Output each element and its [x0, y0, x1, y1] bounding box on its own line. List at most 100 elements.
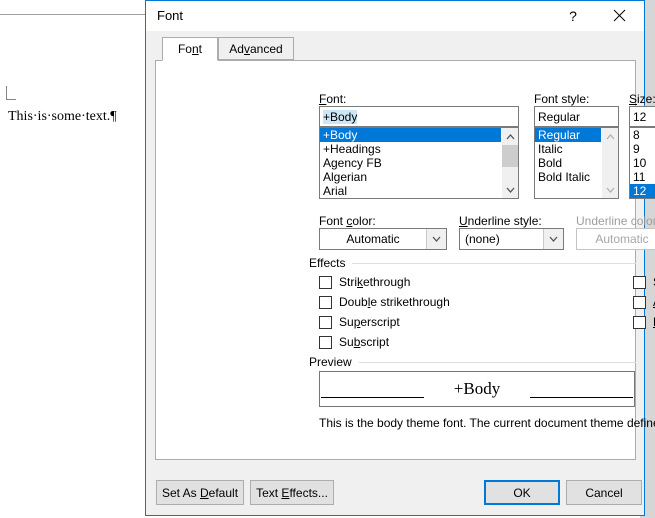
list-item[interactable]: 8 — [630, 128, 655, 142]
underline-color-combo: Automatic — [576, 228, 655, 250]
dialog-titlebar[interactable]: Font ? — [146, 1, 644, 31]
list-item[interactable]: Bold Italic — [535, 170, 601, 184]
chevron-up-icon — [606, 133, 614, 139]
question-mark-icon: ? — [569, 7, 577, 24]
chevron-down-icon — [432, 236, 441, 242]
checkbox-box[interactable] — [319, 335, 332, 349]
scroll-down-arrow[interactable] — [502, 181, 518, 198]
tab-advanced-label: Advanced — [229, 41, 283, 56]
margin-corner-marker — [6, 86, 16, 100]
font-color-label: Font color: — [319, 214, 376, 228]
checkbox-double-strikethrough[interactable]: Double strikethrough — [319, 295, 450, 309]
font-style-scrollbar[interactable] — [601, 128, 618, 198]
checkbox-box[interactable] — [319, 315, 332, 329]
chevron-down-icon — [606, 187, 614, 193]
font-style-list-items: Regular Italic Bold Bold Italic — [535, 128, 601, 198]
dialog-title: Font — [157, 8, 184, 23]
chevron-down-icon — [549, 236, 558, 242]
font-color-combo[interactable]: Automatic — [319, 228, 447, 250]
underline-style-dropdown-arrow[interactable] — [543, 229, 563, 249]
list-item[interactable]: 9 — [630, 142, 655, 156]
preview-rule-left — [321, 397, 424, 398]
set-as-default-button[interactable]: Set As Default — [156, 480, 244, 505]
font-color-dropdown-arrow[interactable] — [426, 229, 446, 249]
list-item[interactable]: Agency FB — [320, 156, 501, 170]
tab-advanced[interactable]: Advanced — [218, 37, 294, 60]
list-item[interactable]: +Body — [320, 128, 501, 142]
effects-group-divider — [352, 263, 636, 264]
font-dialog: Font ? Font: Font style: Size: +Body Reg… — [145, 0, 655, 516]
checkbox-superscript[interactable]: Superscript — [319, 315, 400, 329]
close-icon — [613, 9, 625, 22]
font-style-label: Font style: — [534, 92, 590, 106]
font-size-listbox[interactable]: 8 9 10 11 12 — [629, 127, 655, 199]
text-effects-label: Text Effects... — [256, 485, 328, 500]
cancel-label: Cancel — [585, 485, 623, 500]
font-preview-description: This is the body theme font. The current… — [319, 416, 655, 430]
font-name-scrollbar[interactable] — [501, 128, 518, 198]
chevron-up-icon — [506, 133, 514, 139]
font-style-listbox[interactable]: Regular Italic Bold Bold Italic — [534, 127, 619, 199]
checkbox-small-caps[interactable]: Small caps — [633, 275, 655, 289]
tab-font[interactable]: Font — [162, 37, 218, 61]
list-item[interactable]: Italic — [535, 142, 601, 156]
font-name-input-value: +Body — [323, 110, 358, 124]
underline-style-combo[interactable]: (none) — [459, 228, 564, 250]
checkbox-label: Subscript — [339, 335, 390, 349]
scroll-up-arrow[interactable] — [602, 128, 618, 145]
scroll-up-arrow[interactable] — [502, 128, 518, 145]
checkbox-label: Superscript — [339, 315, 400, 329]
set-as-default-label: Set As Default — [161, 485, 239, 500]
tab-font-label: Font — [177, 42, 203, 56]
underline-style-value: (none) — [465, 232, 500, 246]
text-effects-button[interactable]: Text Effects... — [250, 480, 334, 505]
font-name-label: Font: — [319, 92, 347, 106]
font-name-listbox[interactable]: +Body +Headings Agency FB Algerian Arial — [319, 127, 519, 199]
dialog-tabstrip: Font Advanced — [154, 37, 634, 61]
checkbox-box[interactable] — [319, 275, 332, 289]
checkbox-box[interactable] — [633, 315, 646, 329]
checkbox-box[interactable] — [633, 295, 646, 309]
effects-group-label: Effects — [309, 256, 350, 270]
font-size-list-items: 8 9 10 11 12 — [630, 128, 655, 198]
help-button[interactable]: ? — [550, 1, 596, 30]
preview-group-label: Preview — [309, 355, 356, 369]
ok-label: OK — [513, 485, 531, 500]
underline-color-value: Automatic — [595, 232, 649, 246]
list-item[interactable]: Bold — [535, 156, 601, 170]
list-item[interactable]: 11 — [630, 170, 655, 184]
list-item[interactable]: 12 — [630, 184, 655, 198]
font-color-value: Automatic — [346, 232, 400, 246]
font-size-input[interactable]: 12 — [629, 106, 655, 127]
list-item[interactable]: Regular — [535, 128, 601, 142]
list-item[interactable]: 10 — [630, 156, 655, 170]
list-item[interactable]: Arial — [320, 184, 501, 198]
document-body-text[interactable]: This·is·some·text.¶ — [8, 109, 117, 125]
checkbox-label: Double strikethrough — [339, 295, 450, 309]
scroll-thumb[interactable] — [502, 145, 518, 167]
list-item[interactable]: Algerian — [320, 170, 501, 184]
cancel-button[interactable]: Cancel — [566, 480, 642, 505]
font-style-input-value: Regular — [538, 110, 581, 124]
checkbox-box[interactable] — [319, 295, 332, 309]
font-preview-box: +Body — [319, 371, 635, 407]
checkbox-box[interactable] — [633, 275, 646, 289]
font-size-label: Size: — [629, 92, 655, 106]
underline-style-label: Underline style: — [459, 214, 542, 228]
checkbox-subscript[interactable]: Subscript — [319, 335, 389, 349]
checkbox-all-caps[interactable]: All caps — [633, 295, 655, 309]
preview-group-divider — [359, 362, 636, 363]
font-name-input[interactable]: +Body — [319, 106, 519, 127]
chevron-down-icon — [506, 187, 514, 193]
font-size-input-value: 12 — [633, 110, 647, 124]
close-button[interactable] — [596, 1, 642, 30]
scroll-down-arrow[interactable] — [602, 181, 618, 198]
font-style-input[interactable]: Regular — [534, 106, 619, 127]
list-item[interactable]: +Headings — [320, 142, 501, 156]
ok-button[interactable]: OK — [484, 480, 560, 505]
preview-rule-right — [530, 397, 633, 398]
checkbox-hidden[interactable]: Hidden — [633, 315, 655, 329]
font-tab-panel: Font: Font style: Size: +Body Regular 12… — [155, 60, 655, 460]
checkbox-strikethrough[interactable]: Strikethrough — [319, 275, 410, 289]
font-name-list-items: +Body +Headings Agency FB Algerian Arial — [320, 128, 501, 198]
